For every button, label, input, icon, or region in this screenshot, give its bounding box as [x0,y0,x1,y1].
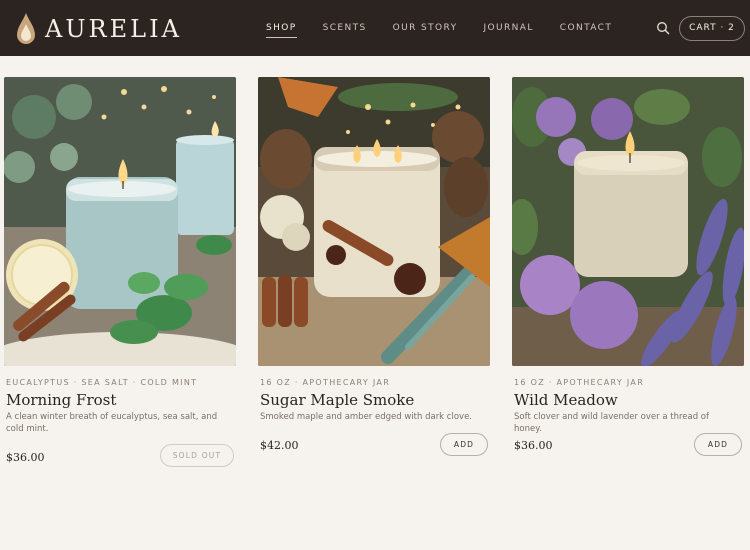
product-image-morning-frost[interactable] [4,77,236,366]
nav-journal[interactable]: JOURNAL [483,21,533,38]
brand-name: AURELIA [45,15,182,43]
flame-drop-icon [17,13,35,44]
cart-button[interactable]: CART · 2 [679,16,745,41]
product-price: $36.00 [514,439,553,452]
product-name[interactable]: Morning Frost [6,391,116,409]
product-description: Soft clover and wild lavender over a thr… [514,412,709,434]
nav-contact[interactable]: CONTACT [560,21,612,38]
nav-shop[interactable]: SHOP [266,21,297,38]
product-name[interactable]: Sugar Maple Smoke [260,391,414,409]
main-nav: SHOP SCENTS OUR STORY JOURNAL CONTACT [266,21,638,38]
sold-out-button[interactable]: SOLD OUT [160,444,234,467]
site-header: AURELIA SHOP SCENTS OUR STORY JOURNAL CO… [0,0,750,56]
product-notes: EUCALYPTUS · SEA SALT · COLD MINT [6,378,198,387]
product-price: $36.00 [6,451,45,464]
nav-scents[interactable]: SCENTS [323,21,367,38]
add-to-cart-button[interactable]: ADD [694,433,742,456]
product-notes: 16 OZ · APOTHECARY JAR [260,378,391,387]
brand-logo[interactable]: AURELIA [16,12,182,46]
add-to-cart-button[interactable]: ADD [440,433,488,456]
product-notes: 16 OZ · APOTHECARY JAR [514,378,645,387]
product-description: A clean winter breath of eucalyptus, sea… [6,412,218,434]
product-description: Smoked maple and amber edged with dark c… [260,412,473,422]
product-price: $42.00 [260,439,299,452]
product-image-wild-meadow[interactable] [512,77,744,366]
product-image-sugar-maple-smoke[interactable] [258,77,490,366]
nav-our-story[interactable]: OUR STORY [393,21,458,38]
search-icon[interactable] [656,21,670,35]
product-name[interactable]: Wild Meadow [514,391,618,409]
